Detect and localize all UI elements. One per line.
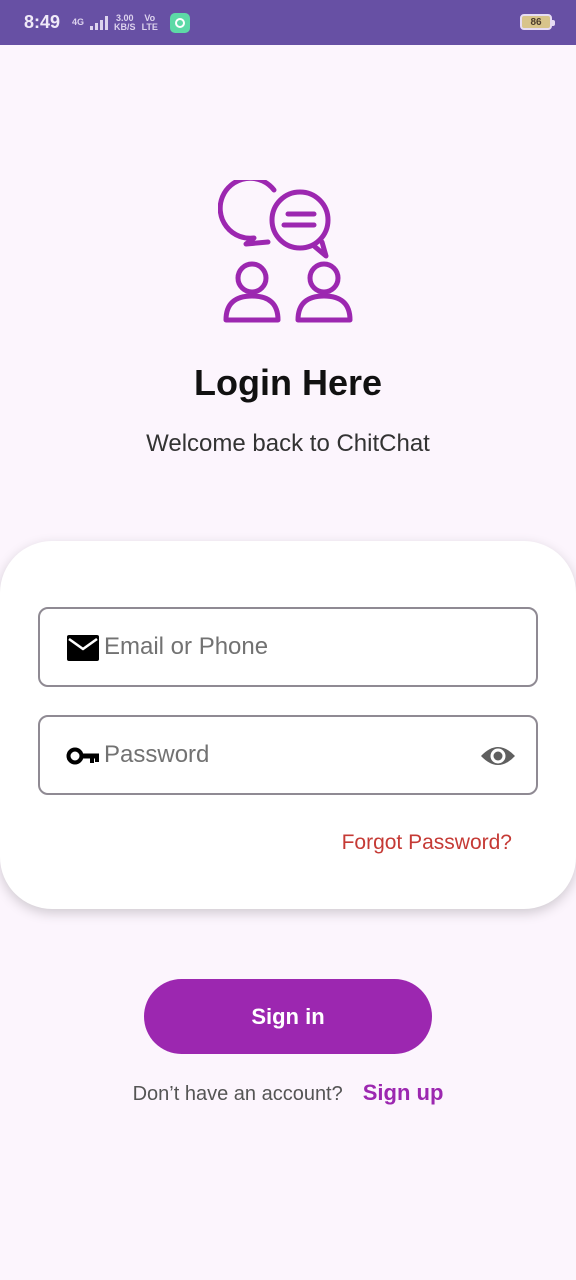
app-notification-icon bbox=[169, 12, 190, 33]
network-indicators: 4G 3.00 KB/S Vo LTE bbox=[72, 12, 190, 33]
battery-level: 86 bbox=[530, 16, 542, 28]
email-field[interactable] bbox=[38, 607, 538, 687]
sign-up-link[interactable]: Sign up bbox=[363, 1080, 444, 1106]
status-bar: 8:49 4G 3.00 KB/S Vo LTE 86 bbox=[0, 0, 576, 45]
signal-icon bbox=[90, 15, 109, 30]
network-speed-unit: KB/S bbox=[114, 21, 136, 32]
page-title: Login Here bbox=[193, 362, 382, 403]
forgot-password-link[interactable]: Forgot Password? bbox=[342, 831, 512, 855]
volte-bottom: LTE bbox=[141, 21, 158, 32]
eye-icon[interactable] bbox=[480, 741, 516, 771]
email-input[interactable] bbox=[104, 609, 464, 685]
password-input[interactable] bbox=[104, 717, 464, 793]
volte-indicator: Vo LTE bbox=[141, 13, 158, 32]
battery-icon: 86 bbox=[520, 14, 555, 30]
signup-row: Don’t have an account? Sign up bbox=[0, 1080, 576, 1106]
page-subtitle: Welcome back to ChitChat bbox=[146, 430, 430, 457]
key-icon bbox=[66, 747, 99, 765]
sign-in-button[interactable]: Sign in bbox=[144, 979, 432, 1054]
login-card: Forgot Password? bbox=[0, 541, 576, 909]
network-speed: 3.00 KB/S bbox=[114, 13, 136, 32]
signup-prompt: Don’t have an account? bbox=[132, 1083, 343, 1105]
password-field[interactable] bbox=[38, 715, 538, 795]
network-type: 4G bbox=[72, 17, 85, 27]
status-time: 8:49 bbox=[24, 12, 61, 32]
mail-icon bbox=[67, 635, 99, 661]
chat-people-icon bbox=[218, 180, 353, 323]
